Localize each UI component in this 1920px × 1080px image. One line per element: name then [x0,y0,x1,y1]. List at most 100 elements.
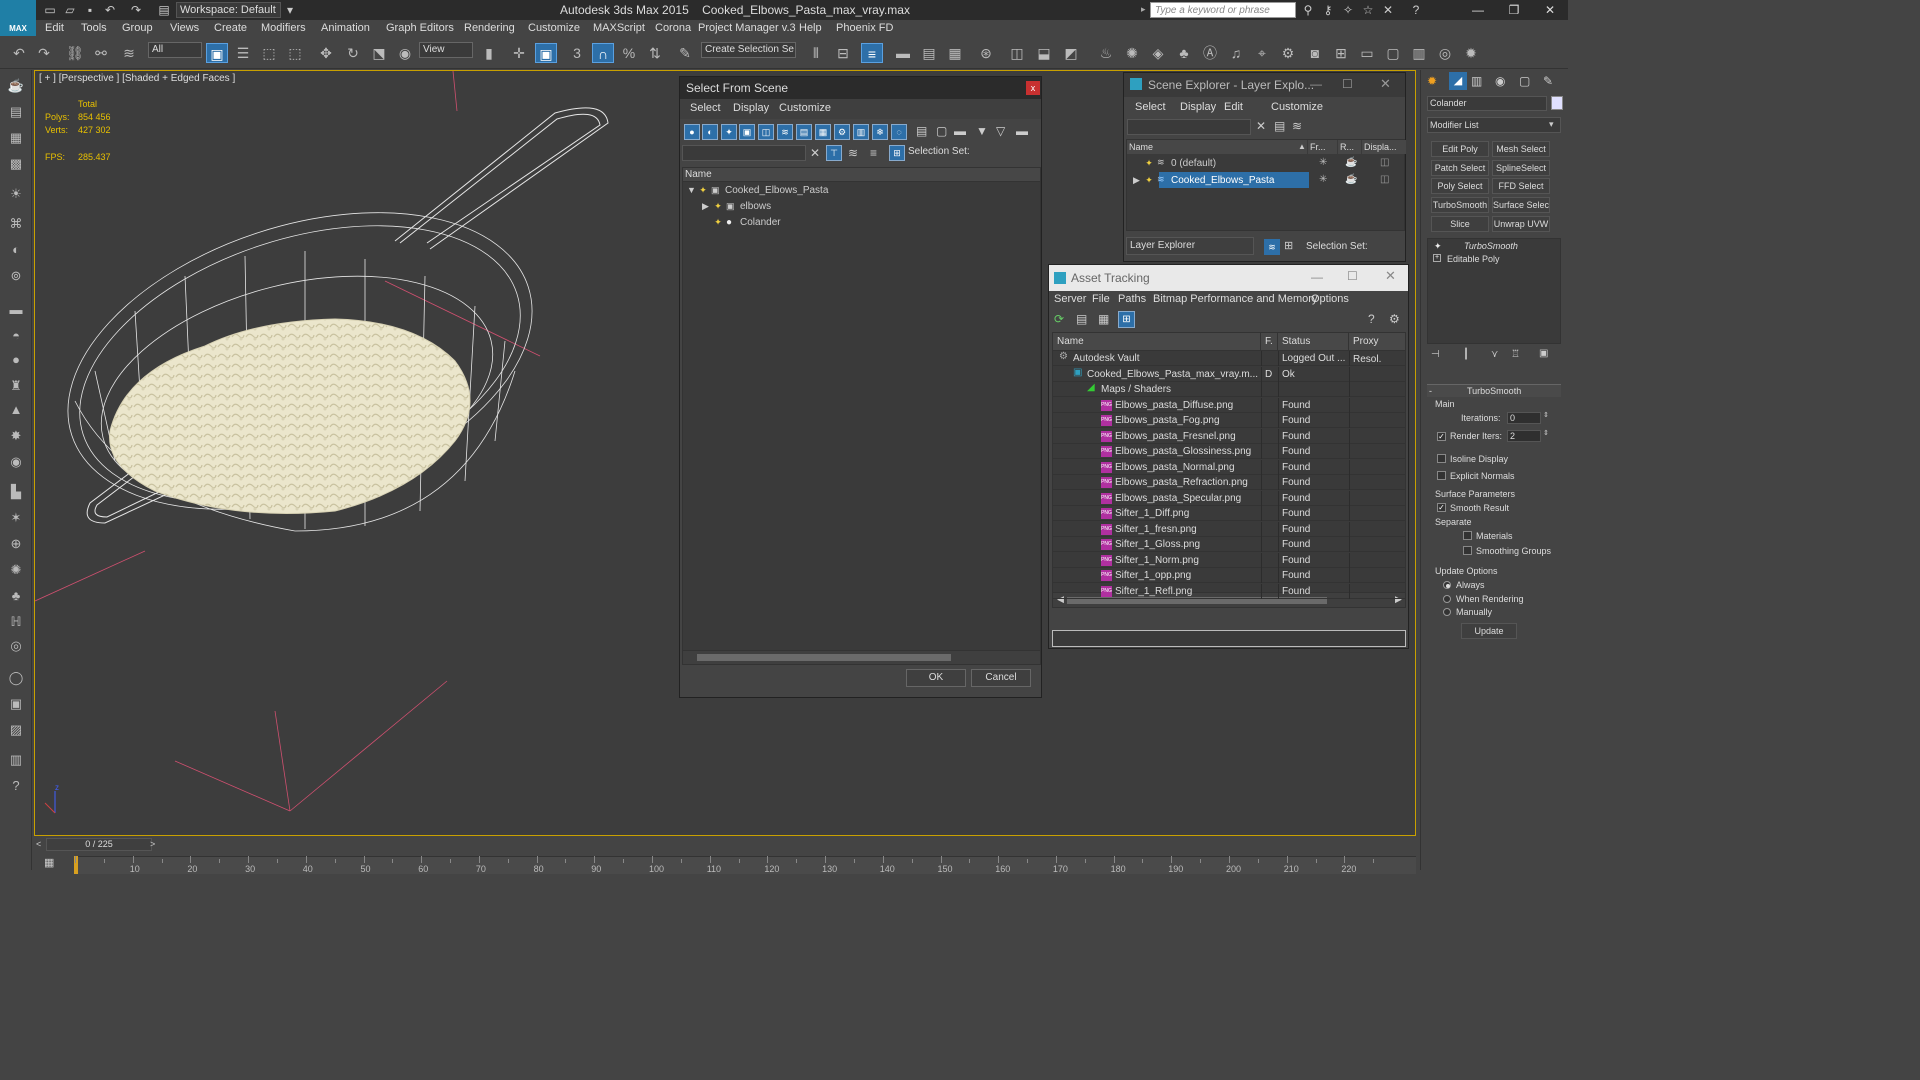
layers-toggle-icon[interactable]: ≋ [1264,239,1280,255]
se-menu-customize[interactable]: Customize [1271,101,1323,113]
spline-select-button[interactable]: SplineSelect [1492,160,1550,176]
filter-spacewarps-icon[interactable]: ≋ [777,124,793,140]
render-icon[interactable]: ▣ [6,694,26,714]
light-bulb-icon[interactable]: ☀ [6,184,26,204]
list-icon[interactable]: ▤ [1076,312,1087,326]
snaps-toggle-icon[interactable]: 3 [566,43,588,63]
chevron-right-icon[interactable]: ▸ [1141,4,1149,16]
edit-named-selection-icon[interactable]: ✎ [674,43,696,63]
cancel-button[interactable]: Cancel [971,669,1031,687]
modifier-list-dropdown[interactable]: Modifier List [1427,117,1561,133]
table-view-icon[interactable]: ⊞ [1118,311,1135,328]
column-render-header[interactable]: R... [1338,140,1361,154]
graph-icon[interactable]: ⌘ [6,214,26,234]
close-icon[interactable]: ✕ [1385,268,1396,284]
always-radio[interactable] [1443,581,1451,589]
menu-phoenix-fd[interactable]: Phoenix FD [836,22,893,34]
thumbnail-icon[interactable]: ▦ [1098,312,1109,326]
bind-space-warp-icon[interactable]: ≋ [118,43,140,63]
menu-rendering[interactable]: Rendering [464,22,515,34]
expand-arrow-icon[interactable]: ▼ [687,185,696,195]
horizontal-scrollbar[interactable] [683,650,1040,664]
filter-funnel-icon[interactable]: ▼ [976,124,988,138]
smoothing-groups-checkbox[interactable] [1463,546,1472,555]
viewport-icon[interactable]: ▢ [1382,43,1404,63]
render-teapot-icon[interactable]: ☕ [1345,157,1357,168]
spinner-arrows-icon[interactable]: ⇕ [1543,411,1549,419]
ffd-select-button[interactable]: FFD Select [1492,178,1550,194]
maximize-button[interactable]: ☐ [1347,269,1358,283]
maximize-button[interactable]: ☐ [1342,77,1353,91]
column-name-header[interactable]: Name [1127,140,1307,154]
asset-row[interactable]: PNG Sifter_1_opp.png Found [1053,568,1405,583]
show-end-result-icon[interactable]: ┃ [1463,349,1469,360]
layer-row-default[interactable]: 0 (default) [1171,158,1216,169]
update-button[interactable]: Update [1461,623,1517,639]
scale-icon[interactable]: ⬔ [368,43,390,63]
minimize-button[interactable]: — [1460,0,1496,20]
remove-modifier-icon[interactable]: ♖ [1511,349,1520,360]
help-icon[interactable]: ? [6,776,26,796]
layer-row-cooked-elbows-pasta[interactable]: Cooked_Elbows_Pasta [1171,175,1274,186]
filter-bones-icon[interactable]: ⚙ [834,124,850,140]
percent-snap-icon[interactable]: % [618,43,640,63]
asset-row[interactable]: PNG Sifter_1_Refl.png Found [1053,583,1405,599]
render-region-icon[interactable]: ▭ [1356,43,1378,63]
column-name-header[interactable]: Name [683,168,1040,182]
edit-poly-button[interactable]: Edit Poly [1431,141,1489,157]
film-icon[interactable]: ⊚ [6,266,26,286]
display-box-icon[interactable]: ◫ [1380,157,1389,168]
render-setup-icon[interactable]: ⬓ [1033,43,1055,63]
named-selection-set-dropdown[interactable]: Create Selection Se [701,42,796,58]
manually-radio[interactable] [1443,608,1451,616]
asset-row[interactable]: PNG Sifter_1_Norm.png Found [1053,552,1405,568]
texture-icon[interactable]: ◎ [6,636,26,656]
spinner-snap-icon[interactable]: ⇅ [644,43,666,63]
place-icon[interactable]: ◉ [394,43,416,63]
at-menu-server[interactable]: Server [1054,293,1086,305]
display-tab-icon[interactable]: ▢ [1519,74,1530,88]
modify-icon[interactable]: ▤ [6,102,26,122]
light-icon[interactable]: ♨ [1095,43,1117,63]
asset-row[interactable]: PNG Elbows_pasta_Specular.png Found [1053,490,1405,506]
column-display-header[interactable]: Displa... [1362,140,1406,154]
find-input[interactable] [682,145,806,161]
surface-select-button[interactable]: Surface Select [1492,197,1550,213]
sun-icon[interactable]: ✸ [6,426,26,446]
tree-row-colander[interactable]: Colander [740,217,781,228]
se-menu-display[interactable]: Display [1180,101,1216,113]
ok-button[interactable]: OK [906,669,966,687]
se-search-input[interactable] [1127,119,1251,135]
smooth-result-checkbox[interactable]: ✓ [1437,503,1446,512]
refresh-icon[interactable]: ⟳ [1054,312,1064,326]
chevron-down-icon[interactable]: ▾ [1549,119,1554,130]
move-icon[interactable]: ✥ [315,43,337,63]
isoline-display-checkbox[interactable] [1437,454,1446,463]
link-icon[interactable]: ⛓ [64,43,86,63]
at-menu-options[interactable]: Options [1311,293,1349,305]
binoculars-icon[interactable]: ⚲ [1300,2,1316,18]
configure-sets-icon[interactable]: ▣ [1539,348,1548,359]
asset-row[interactable]: PNG Elbows_pasta_Refraction.png Found [1053,475,1405,490]
scene-object-list[interactable]: Name ▼ ✦ ▣ Cooked_Elbows_Pasta ▶ ✦ ▣ elb… [682,167,1041,665]
hierarchy-icon[interactable]: ▦ [6,128,26,148]
clear-search-icon[interactable]: ✕ [810,146,820,160]
graphite-toggle-icon[interactable]: ▤ [918,43,940,63]
asset-row[interactable]: PNG Sifter_1_Gloss.png Found [1053,537,1405,552]
modify-tab-icon[interactable]: ◢ [1449,72,1467,90]
dome-icon[interactable]: ◓ [6,326,26,346]
filter-geometry-icon[interactable]: ● [684,124,700,140]
menu-help[interactable]: Help [799,22,822,34]
rotate-icon[interactable]: ↻ [342,43,364,63]
explicit-normals-checkbox[interactable] [1437,471,1446,480]
object-color-swatch[interactable] [1551,96,1563,110]
keyboard-shortcut-override-icon[interactable]: ▣ [535,43,557,63]
undo-icon[interactable]: ↶ [8,43,30,63]
poly-select-button[interactable]: Poly Select [1431,178,1489,194]
mesh-select-button[interactable]: Mesh Select [1492,141,1550,157]
freeze-icon[interactable]: ✳ [1319,157,1327,168]
menu-views[interactable]: Views [170,22,199,34]
menu-project-manager[interactable]: Project Manager v.3 [698,22,796,34]
close-icon[interactable]: x [1026,81,1040,95]
redo-icon[interactable]: ↷ [128,2,144,18]
